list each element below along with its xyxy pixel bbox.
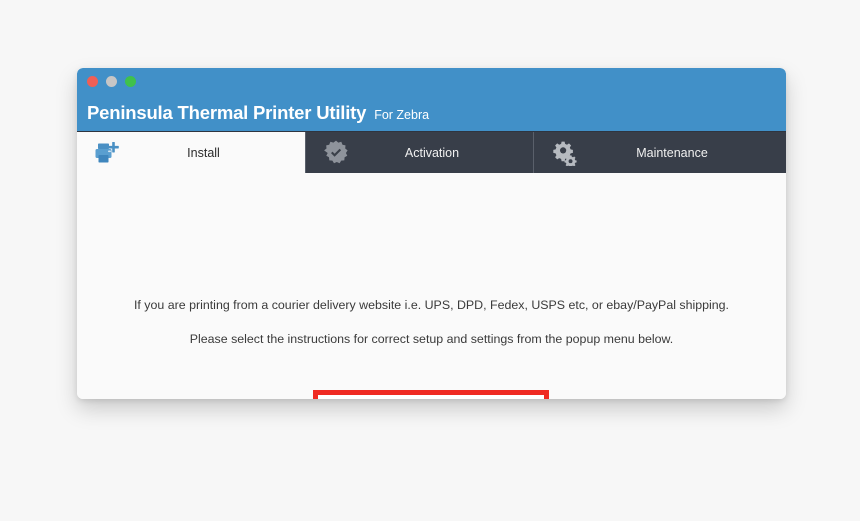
- dropdown-highlight-box: Other Website Or Application: [313, 390, 549, 399]
- window-titlebar: Peninsula Thermal Printer Utility For Ze…: [77, 68, 786, 131]
- tab-install[interactable]: Install: [77, 132, 305, 173]
- screenshot-canvas: Peninsula Thermal Printer Utility For Ze…: [0, 0, 860, 521]
- close-button[interactable]: [87, 76, 98, 87]
- tab-maintenance[interactable]: Maintenance: [533, 132, 785, 173]
- window-controls: [87, 76, 136, 87]
- instruction-line-2: Please select the instructions for corre…: [189, 332, 674, 346]
- tab-activation[interactable]: Activation: [305, 132, 533, 173]
- maximize-button[interactable]: [125, 76, 136, 87]
- minimize-button[interactable]: [106, 76, 117, 87]
- printer-add-icon: [90, 138, 124, 168]
- title-row: Peninsula Thermal Printer Utility For Ze…: [87, 101, 430, 123]
- app-title: Peninsula Thermal Printer Utility: [87, 101, 367, 123]
- tab-install-label: Install: [187, 145, 220, 160]
- tab-bar: Install Activation Maintenance: [77, 131, 786, 173]
- check-badge-icon: [319, 138, 353, 168]
- tab-content-install: If you are printing from a courier deliv…: [77, 173, 786, 399]
- app-subtitle: For Zebra: [374, 107, 430, 122]
- gears-icon: [547, 138, 581, 168]
- app-window: Peninsula Thermal Printer Utility For Ze…: [77, 68, 786, 399]
- tab-maintenance-label: Maintenance: [636, 145, 708, 160]
- instruction-line-1: If you are printing from a courier deliv…: [133, 298, 730, 312]
- tab-activation-label: Activation: [404, 145, 460, 160]
